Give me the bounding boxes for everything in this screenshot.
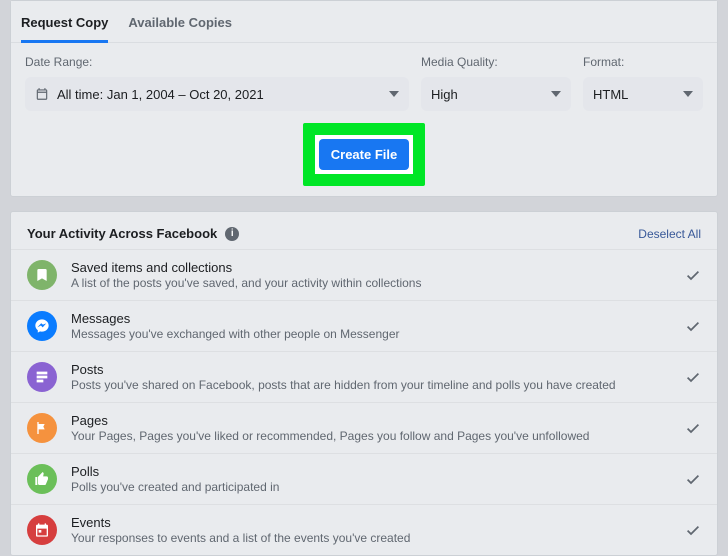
activity-item-polls[interactable]: Polls Polls you've created and participa… bbox=[11, 453, 717, 504]
checkmark-icon bbox=[685, 318, 701, 334]
activity-item-text: Events Your responses to events and a li… bbox=[71, 515, 671, 545]
info-icon[interactable]: i bbox=[225, 227, 239, 241]
tab-available-copies[interactable]: Available Copies bbox=[128, 11, 232, 42]
activity-item-title: Pages bbox=[71, 413, 671, 428]
checkmark-icon bbox=[685, 522, 701, 538]
media-quality-dropdown[interactable]: High bbox=[421, 77, 571, 111]
format-dropdown[interactable]: HTML bbox=[583, 77, 703, 111]
activity-title: Your Activity Across Facebook i bbox=[27, 226, 239, 241]
activity-item-desc: Your responses to events and a list of t… bbox=[71, 531, 671, 545]
bookmark-icon bbox=[27, 260, 57, 290]
date-range-dropdown[interactable]: All time: Jan 1, 2004 – Oct 20, 2021 bbox=[25, 77, 409, 111]
chevron-down-icon bbox=[683, 91, 693, 97]
media-quality-value: High bbox=[431, 87, 458, 102]
activity-item-desc: Posts you've shared on Facebook, posts t… bbox=[71, 378, 671, 392]
media-quality-label: Media Quality: bbox=[421, 55, 571, 69]
activity-item-title: Posts bbox=[71, 362, 671, 377]
activity-item-title: Events bbox=[71, 515, 671, 530]
chevron-down-icon bbox=[389, 91, 399, 97]
activity-header: Your Activity Across Facebook i Deselect… bbox=[11, 212, 717, 249]
flag-icon bbox=[27, 413, 57, 443]
date-range-label: Date Range: bbox=[25, 55, 409, 69]
activity-item-title: Saved items and collections bbox=[71, 260, 671, 275]
checkmark-icon bbox=[685, 420, 701, 436]
format-value: HTML bbox=[593, 87, 628, 102]
activity-item-text: Saved items and collections A list of th… bbox=[71, 260, 671, 290]
calendar-icon bbox=[35, 87, 49, 101]
request-panel: Request Copy Available Copies Date Range… bbox=[10, 0, 718, 197]
create-file-button[interactable]: Create File bbox=[319, 139, 409, 170]
date-range-field: Date Range: All time: Jan 1, 2004 – Oct … bbox=[25, 55, 409, 111]
activity-item-events[interactable]: Events Your responses to events and a li… bbox=[11, 504, 717, 555]
date-range-value: All time: Jan 1, 2004 – Oct 20, 2021 bbox=[57, 87, 264, 102]
activity-item-posts[interactable]: Posts Posts you've shared on Facebook, p… bbox=[11, 351, 717, 402]
activity-item-title: Polls bbox=[71, 464, 671, 479]
activity-item-title: Messages bbox=[71, 311, 671, 326]
tutorial-highlight: Create File bbox=[303, 123, 425, 186]
tabs: Request Copy Available Copies bbox=[11, 1, 717, 43]
activity-item-text: Messages Messages you've exchanged with … bbox=[71, 311, 671, 341]
calendar-event-icon bbox=[27, 515, 57, 545]
deselect-all-link[interactable]: Deselect All bbox=[638, 227, 701, 241]
activity-item-saved[interactable]: Saved items and collections A list of th… bbox=[11, 249, 717, 300]
checkmark-icon bbox=[685, 267, 701, 283]
activity-item-desc: Your Pages, Pages you've liked or recomm… bbox=[71, 429, 671, 443]
tab-request-copy[interactable]: Request Copy bbox=[21, 11, 108, 43]
activity-item-text: Pages Your Pages, Pages you've liked or … bbox=[71, 413, 671, 443]
tutorial-highlight-inner: Create File bbox=[315, 135, 413, 174]
thumbs-up-icon bbox=[27, 464, 57, 494]
media-quality-field: Media Quality: High bbox=[421, 55, 571, 111]
format-label: Format: bbox=[583, 55, 703, 69]
activity-item-pages[interactable]: Pages Your Pages, Pages you've liked or … bbox=[11, 402, 717, 453]
checkmark-icon bbox=[685, 471, 701, 487]
activity-item-text: Posts Posts you've shared on Facebook, p… bbox=[71, 362, 671, 392]
controls-row: Date Range: All time: Jan 1, 2004 – Oct … bbox=[11, 43, 717, 111]
chevron-down-icon bbox=[551, 91, 561, 97]
format-field: Format: HTML bbox=[583, 55, 703, 111]
posts-icon bbox=[27, 362, 57, 392]
activity-item-messages[interactable]: Messages Messages you've exchanged with … bbox=[11, 300, 717, 351]
activity-item-desc: Messages you've exchanged with other peo… bbox=[71, 327, 671, 341]
activity-panel: Your Activity Across Facebook i Deselect… bbox=[10, 211, 718, 556]
activity-item-desc: Polls you've created and participated in bbox=[71, 480, 671, 494]
messenger-icon bbox=[27, 311, 57, 341]
create-row: Create File bbox=[11, 111, 717, 196]
checkmark-icon bbox=[685, 369, 701, 385]
activity-item-text: Polls Polls you've created and participa… bbox=[71, 464, 671, 494]
activity-heading-text: Your Activity Across Facebook bbox=[27, 226, 217, 241]
activity-item-desc: A list of the posts you've saved, and yo… bbox=[71, 276, 671, 290]
